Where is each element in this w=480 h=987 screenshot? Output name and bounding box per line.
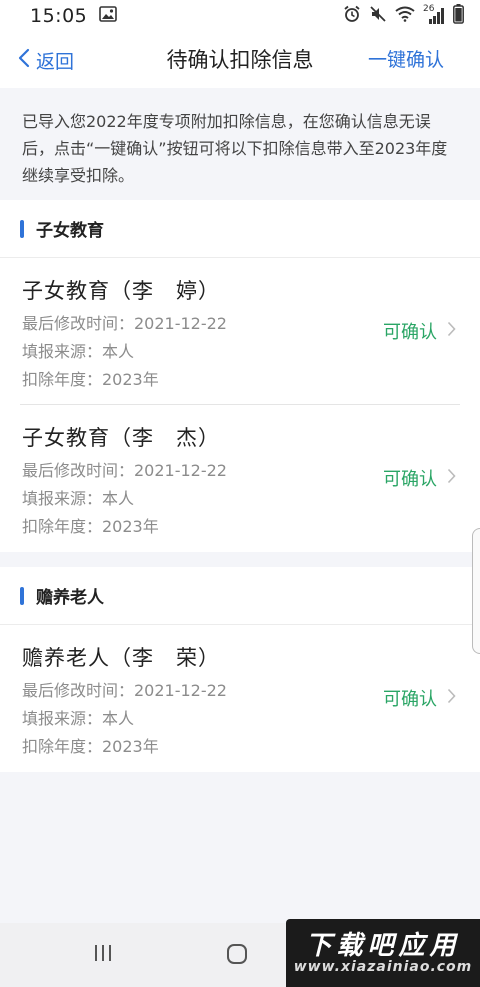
- status-time: 15:05: [30, 5, 88, 27]
- item-name: 子女教育（李 杰）: [22, 426, 220, 450]
- status-label: 可确认: [383, 689, 437, 710]
- wifi-icon: [395, 6, 415, 26]
- item-source: 填报来源：本人: [22, 489, 135, 508]
- recent-apps-icon[interactable]: [92, 943, 114, 967]
- chevron-left-icon: [18, 48, 30, 73]
- list-item[interactable]: 赡养老人（李 荣） 最后修改时间：2021-12-22 填报来源：本人 扣除年度…: [0, 625, 480, 772]
- chevron-right-icon: [447, 468, 456, 489]
- item-source: 填报来源：本人: [22, 342, 135, 361]
- item-name: 赡养老人（李 荣）: [22, 646, 220, 670]
- item-status: 可确认: [383, 318, 456, 344]
- section-title: 赡养老人: [36, 588, 104, 608]
- section-header-elderly-support: 赡养老人: [0, 567, 480, 625]
- item-status: 可确认: [383, 465, 456, 491]
- alarm-icon: [343, 5, 361, 27]
- watermark-url: www.xiazainiao.com: [293, 959, 473, 975]
- gallery-icon: [99, 6, 118, 26]
- status-label: 可确认: [383, 322, 437, 343]
- back-label: 返回: [36, 50, 75, 73]
- section-marker: [20, 219, 24, 238]
- item-modified-time: 最后修改时间：2021-12-22: [22, 681, 227, 700]
- mute-icon: [369, 5, 387, 27]
- nav-bar: 待确认扣除信息 返回 一键确认: [0, 32, 480, 88]
- item-year: 扣除年度：2023年: [22, 517, 159, 536]
- confirm-all-button[interactable]: 一键确认: [368, 32, 444, 88]
- list-item[interactable]: 子女教育（李 婷） 最后修改时间：2021-12-22 填报来源：本人 扣除年度…: [0, 258, 480, 405]
- item-modified-time: 最后修改时间：2021-12-22: [22, 314, 227, 333]
- item-modified-time: 最后修改时间：2021-12-22: [22, 461, 227, 480]
- back-button[interactable]: 返回: [18, 32, 74, 88]
- chevron-right-icon: [447, 321, 456, 342]
- edge-panel-handle[interactable]: [472, 528, 480, 654]
- status-label: 可确认: [383, 469, 437, 490]
- chevron-right-icon: [447, 688, 456, 709]
- item-year: 扣除年度：2023年: [22, 370, 159, 389]
- item-source: 填报来源：本人: [22, 709, 135, 728]
- section-title: 子女教育: [36, 221, 104, 241]
- item-name: 子女教育（李 婷）: [22, 279, 220, 303]
- list-item[interactable]: 子女教育（李 杰） 最后修改时间：2021-12-22 填报来源：本人 扣除年度…: [0, 405, 480, 552]
- section-header-child-education: 子女教育: [0, 200, 480, 258]
- status-bar: 15:05 26: [0, 0, 480, 32]
- battery-icon: [453, 4, 464, 28]
- item-year: 扣除年度：2023年: [22, 737, 159, 756]
- notice-text: 已导入您2022年度专项附加扣除信息，在您确认信息无误后，点击“一键确认”按钮可…: [0, 88, 480, 200]
- signal-icon: 26: [423, 4, 445, 25]
- section-marker: [20, 586, 24, 605]
- home-icon[interactable]: [226, 943, 248, 969]
- watermark-main-text: 下载吧应用: [305, 931, 461, 961]
- watermark-logo: 下载吧应用 www.xiazainiao.com: [286, 919, 480, 987]
- item-status: 可确认: [383, 685, 456, 711]
